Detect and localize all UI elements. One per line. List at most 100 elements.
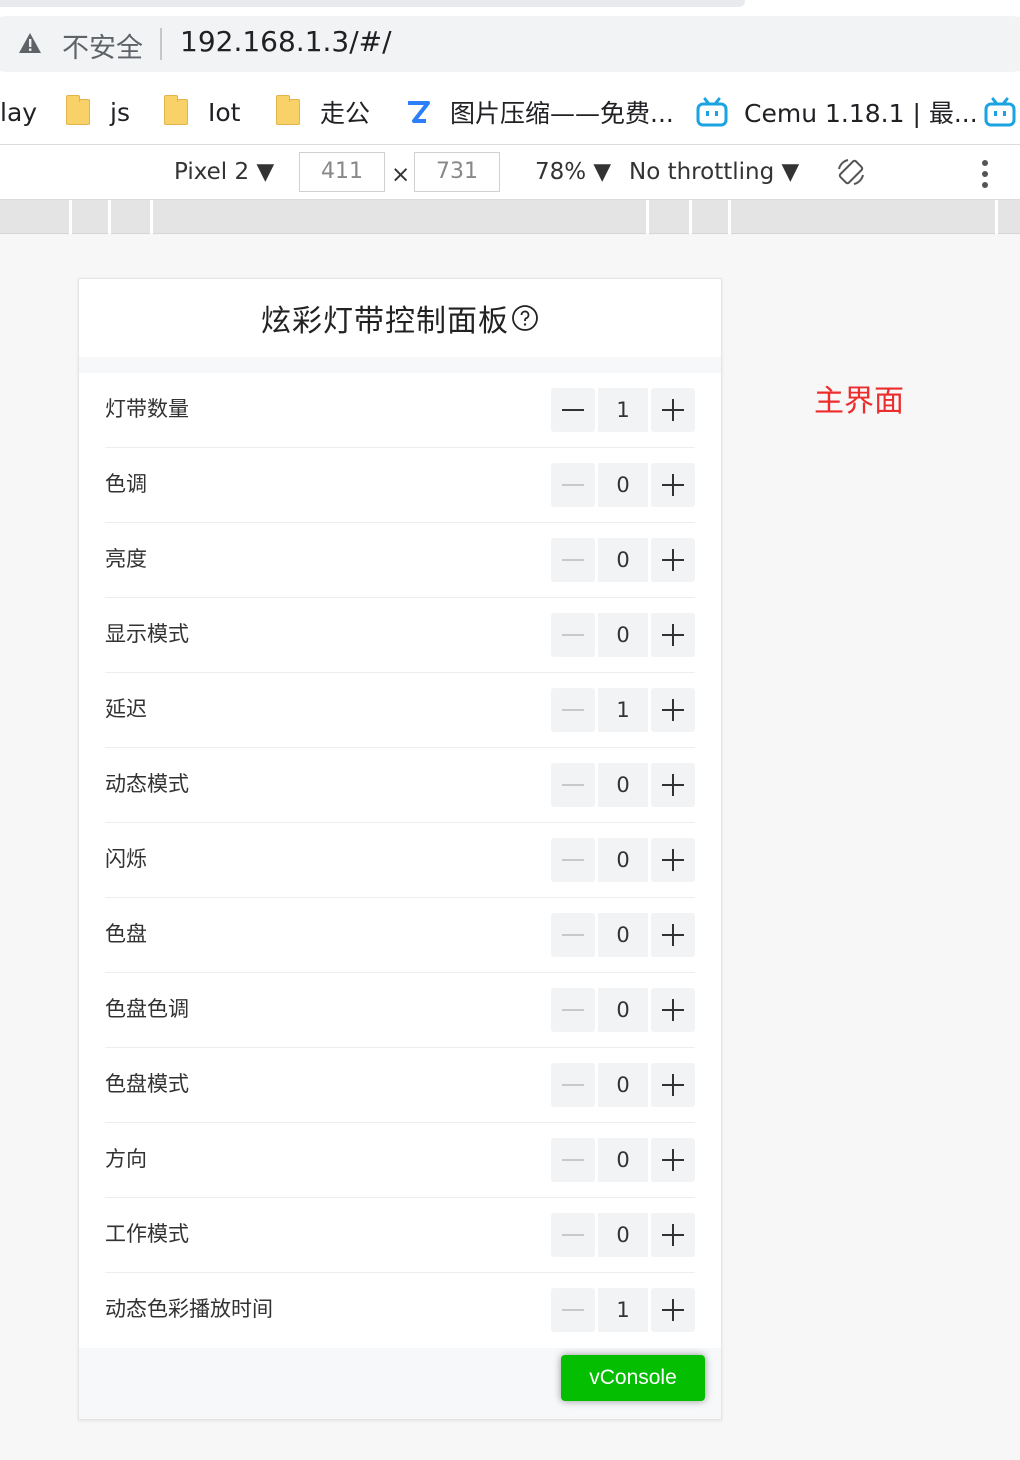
ruler-tick[interactable] bbox=[69, 200, 72, 234]
stepper-row: 延迟 1 bbox=[79, 673, 721, 748]
stepper-input[interactable]: 1 bbox=[598, 688, 648, 732]
row-label: 色调 bbox=[105, 472, 147, 496]
rotate-icon[interactable] bbox=[836, 157, 866, 187]
minus-icon bbox=[562, 859, 584, 861]
increment-button[interactable] bbox=[651, 1213, 695, 1257]
stepper: 1 bbox=[551, 388, 695, 432]
decrement-button[interactable] bbox=[551, 838, 595, 882]
device-select[interactable]: Pixel 2 ▼ bbox=[174, 159, 274, 185]
stepper: 0 bbox=[551, 538, 695, 582]
row-label: 动态模式 bbox=[105, 772, 189, 796]
bookmark-image-compress[interactable]: 图片压缩——免费... bbox=[404, 94, 674, 130]
increment-button[interactable] bbox=[651, 1288, 695, 1332]
increment-button[interactable] bbox=[651, 913, 695, 957]
stepper-input[interactable]: 0 bbox=[598, 1063, 648, 1107]
minus-icon bbox=[562, 1009, 584, 1011]
ruler-tick[interactable] bbox=[728, 200, 731, 234]
stepper-input[interactable]: 0 bbox=[598, 838, 648, 882]
stepper-input[interactable]: 1 bbox=[598, 388, 648, 432]
minus-icon bbox=[562, 1234, 584, 1236]
bookmark-label: Iot bbox=[208, 97, 241, 127]
stepper: 0 bbox=[551, 763, 695, 807]
url-text[interactable]: 192.168.1.3/#/ bbox=[180, 25, 392, 58]
height-input[interactable]: 731 bbox=[414, 152, 500, 192]
bilibili-tv-icon bbox=[984, 97, 1016, 127]
increment-button[interactable] bbox=[651, 388, 695, 432]
width-input[interactable]: 411 bbox=[299, 152, 385, 192]
decrement-button[interactable] bbox=[551, 1213, 595, 1257]
bookmark-label: 图片压缩——免费... bbox=[450, 99, 674, 128]
increment-button[interactable] bbox=[651, 1138, 695, 1182]
minus-icon bbox=[562, 409, 584, 411]
z-logo-icon bbox=[408, 101, 430, 123]
stepper-input[interactable]: 0 bbox=[598, 463, 648, 507]
zoom-select[interactable]: 78% ▼ bbox=[535, 159, 611, 185]
folder-icon bbox=[276, 95, 300, 125]
increment-button[interactable] bbox=[651, 463, 695, 507]
help-icon[interactable] bbox=[511, 304, 539, 332]
stepper-input[interactable]: 0 bbox=[598, 1213, 648, 1257]
decrement-button[interactable] bbox=[551, 613, 595, 657]
bookmark-js[interactable]: js bbox=[66, 94, 130, 130]
minus-icon bbox=[562, 634, 584, 636]
stepper-row: 方向 0 bbox=[79, 1123, 721, 1198]
device-toolbar: Pixel 2 ▼ 411 × 731 78% ▼ No throttling … bbox=[0, 144, 1020, 200]
stepper-input[interactable]: 0 bbox=[598, 763, 648, 807]
warning-icon[interactable] bbox=[18, 32, 42, 54]
decrement-button[interactable] bbox=[551, 688, 595, 732]
plus-icon-vertical bbox=[672, 924, 674, 946]
increment-button[interactable] bbox=[651, 838, 695, 882]
decrement-button[interactable] bbox=[551, 538, 595, 582]
stepper: 1 bbox=[551, 688, 695, 732]
more-options-icon[interactable] bbox=[980, 159, 990, 189]
stepper-row: 灯带数量 1 bbox=[79, 373, 721, 448]
bookmark-zougong[interactable]: 走公 bbox=[276, 94, 370, 130]
stepper-row: 色盘模式 0 bbox=[79, 1048, 721, 1123]
plus-icon-vertical bbox=[672, 549, 674, 571]
bookmark-cemu[interactable]: Cemu 1.18.1 | 最... bbox=[696, 94, 978, 130]
bookmark-label: 走公 bbox=[320, 99, 371, 128]
stepper-input[interactable]: 1 bbox=[598, 1288, 648, 1332]
ruler-tick[interactable] bbox=[646, 200, 649, 234]
vconsole-button[interactable]: vConsole bbox=[561, 1355, 705, 1401]
decrement-button[interactable] bbox=[551, 763, 595, 807]
stepper: 0 bbox=[551, 988, 695, 1032]
stepper-row: 色调 0 bbox=[79, 448, 721, 523]
decrement-button[interactable] bbox=[551, 388, 595, 432]
decrement-button[interactable] bbox=[551, 988, 595, 1032]
throttling-select[interactable]: No throttling ▼ bbox=[629, 159, 799, 185]
omnibox[interactable] bbox=[0, 16, 1020, 72]
bookmark-overflow[interactable] bbox=[984, 94, 1020, 130]
tab-strip-edge bbox=[0, 0, 745, 7]
ruler-tick[interactable] bbox=[995, 200, 998, 234]
decrement-button[interactable] bbox=[551, 913, 595, 957]
settings-list: 灯带数量 1 色调 0 亮度 0 显示模式 0 延迟 1 动态模式 0 闪烁 0 色盘 0 色盘色调 0 色盘模式 0… bbox=[79, 373, 721, 1348]
ruler-tick[interactable] bbox=[108, 200, 111, 234]
media-query-ruler bbox=[0, 200, 1020, 234]
bookmark-iot[interactable]: Iot bbox=[164, 94, 240, 130]
increment-button[interactable] bbox=[651, 538, 695, 582]
stepper-input[interactable]: 0 bbox=[598, 538, 648, 582]
stepper: 0 bbox=[551, 1138, 695, 1182]
stepper-row: 闪烁 0 bbox=[79, 823, 721, 898]
decrement-button[interactable] bbox=[551, 1288, 595, 1332]
stepper-input[interactable]: 0 bbox=[598, 988, 648, 1032]
row-label: 动态色彩播放时间 bbox=[105, 1297, 273, 1321]
ruler-tick[interactable] bbox=[150, 200, 153, 234]
decrement-button[interactable] bbox=[551, 463, 595, 507]
row-label: 色盘 bbox=[105, 922, 147, 946]
increment-button[interactable] bbox=[651, 613, 695, 657]
row-label: 闪烁 bbox=[105, 847, 147, 871]
decrement-button[interactable] bbox=[551, 1138, 595, 1182]
increment-button[interactable] bbox=[651, 988, 695, 1032]
stepper-input[interactable]: 0 bbox=[598, 913, 648, 957]
ruler-tick[interactable] bbox=[689, 200, 692, 234]
decrement-button[interactable] bbox=[551, 1063, 595, 1107]
stepper-input[interactable]: 0 bbox=[598, 1138, 648, 1182]
insecure-label[interactable]: 不安全 bbox=[62, 26, 143, 65]
increment-button[interactable] bbox=[651, 688, 695, 732]
increment-button[interactable] bbox=[651, 1063, 695, 1107]
stepper-input[interactable]: 0 bbox=[598, 613, 648, 657]
increment-button[interactable] bbox=[651, 763, 695, 807]
bookmark-lay[interactable]: lay bbox=[0, 94, 37, 130]
